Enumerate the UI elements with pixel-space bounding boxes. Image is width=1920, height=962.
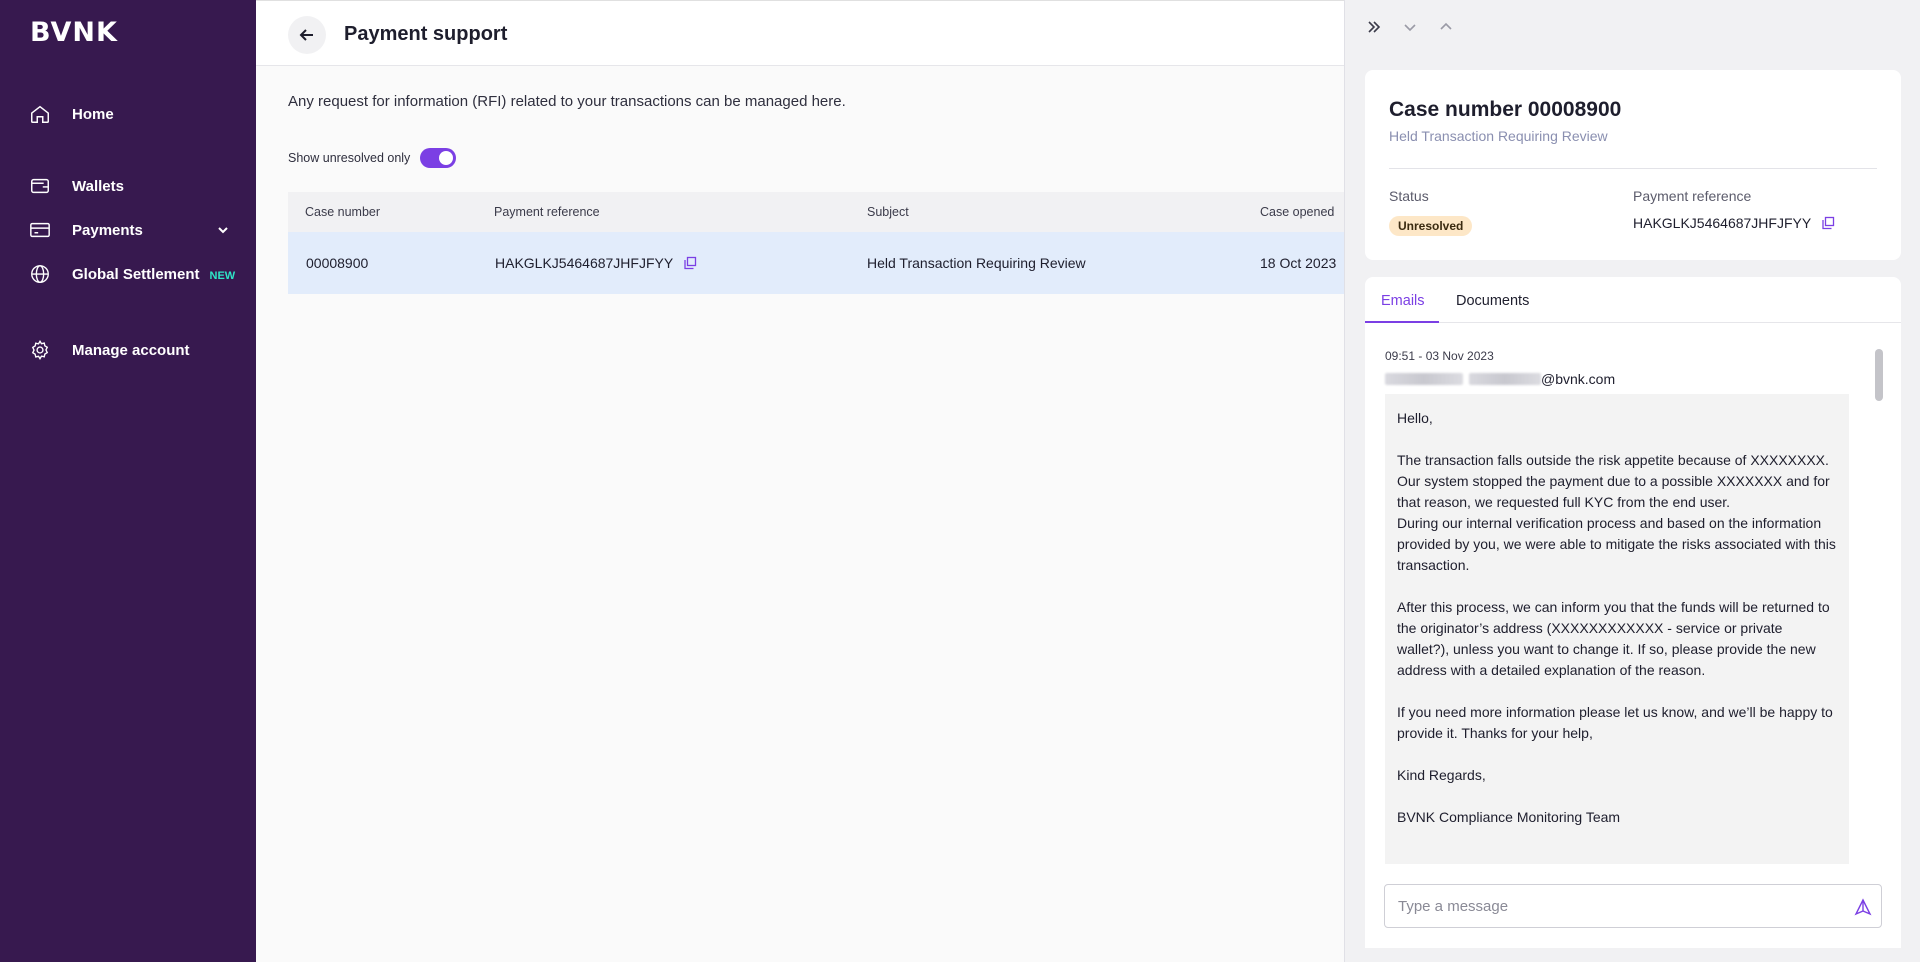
brand-logo[interactable]: BVNK xyxy=(30,17,118,48)
sidebar-item-label-text: Global Settlement xyxy=(72,265,200,283)
wallet-icon xyxy=(29,175,51,197)
cases-table: Case number Payment reference Subject Ca… xyxy=(288,192,1348,294)
email-closing: Kind Regards, xyxy=(1397,767,1486,783)
cell-case-opened: 18 Oct 2023 xyxy=(1260,255,1337,271)
page-title: Payment support xyxy=(344,23,508,45)
new-badge: NEW xyxy=(209,269,236,282)
email-paragraph: During our internal verification process… xyxy=(1397,515,1836,573)
status-badge: Unresolved xyxy=(1389,216,1473,236)
payment-reference-value: HAKGLKJ5464687JHFJFYY xyxy=(1633,215,1835,231)
table-header: Case number Payment reference Subject Ca… xyxy=(288,192,1348,232)
intro-text: Any request for information (RFI) relate… xyxy=(288,93,846,110)
payment-reference-label: Payment reference xyxy=(1633,188,1752,204)
column-header-subject[interactable]: Subject xyxy=(867,205,909,219)
redacted-name xyxy=(1469,373,1541,385)
case-title: Case number 00008900 xyxy=(1389,98,1622,121)
case-summary-card: Case number 00008900 Held Transaction Re… xyxy=(1365,70,1901,260)
sidebar-item-label: Payments xyxy=(72,221,143,239)
email-paragraph: After this process, we can inform you th… xyxy=(1397,599,1830,678)
email-body: Hello, The transaction falls outside the… xyxy=(1385,394,1849,864)
email-paragraph: The transaction falls outside the risk a… xyxy=(1397,452,1830,510)
sidebar-item-home[interactable]: Home xyxy=(0,96,256,132)
sidebar-item-global-settlement[interactable]: Global Settlement NEW xyxy=(0,256,256,292)
globe-icon xyxy=(29,263,51,285)
tab-bar: Emails Documents xyxy=(1365,277,1901,323)
message-input[interactable] xyxy=(1384,884,1882,928)
sidebar-item-manage-account[interactable]: Manage account xyxy=(0,332,256,368)
toggle-label: Show unresolved only xyxy=(288,151,411,165)
payment-reference-text: HAKGLKJ5464687JHFJFYY xyxy=(495,255,674,271)
redacted-name xyxy=(1385,373,1463,385)
chevron-down-icon[interactable] xyxy=(1401,18,1419,36)
chevron-down-icon[interactable] xyxy=(216,223,230,237)
cell-case-number: 00008900 xyxy=(306,255,369,271)
gear-icon xyxy=(29,339,51,361)
case-subtitle: Held Transaction Requiring Review xyxy=(1389,128,1608,144)
panel-controls xyxy=(1365,18,1455,36)
tabs-container: Emails Documents 09:51 - 03 Nov 2023 @bv… xyxy=(1365,277,1901,864)
sidebar-item-wallets[interactable]: Wallets xyxy=(0,168,256,204)
email-domain: @bvnk.com xyxy=(1541,371,1616,387)
sidebar-item-label: Global Settlement NEW xyxy=(72,266,235,283)
message-composer xyxy=(1365,864,1901,948)
payment-reference-text: HAKGLKJ5464687JHFJFYY xyxy=(1633,215,1812,231)
sidebar-item-label: Home xyxy=(72,105,114,123)
email-paragraph: If you need more information please let … xyxy=(1397,704,1833,741)
chevron-up-icon[interactable] xyxy=(1437,18,1455,36)
arrow-left-icon xyxy=(299,29,313,41)
home-icon xyxy=(29,103,51,125)
sidebar-item-label: Manage account xyxy=(72,341,190,359)
sidebar-item-label: Wallets xyxy=(72,177,124,195)
email-timestamp: 09:51 - 03 Nov 2023 xyxy=(1385,349,1494,363)
card-icon xyxy=(29,219,51,241)
sidebar-item-payments[interactable]: Payments xyxy=(0,212,256,248)
copy-icon[interactable] xyxy=(1821,216,1835,230)
email-signature: BVNK Compliance Monitoring Team xyxy=(1397,809,1621,825)
copy-icon[interactable] xyxy=(683,256,697,270)
sidebar: BVNK Home Wallets Payments Global Settle… xyxy=(0,0,256,962)
divider xyxy=(1389,168,1877,169)
tab-emails[interactable]: Emails xyxy=(1381,293,1425,309)
active-tab-indicator xyxy=(1365,321,1439,323)
column-header-case-opened[interactable]: Case opened xyxy=(1260,205,1334,219)
tab-documents[interactable]: Documents xyxy=(1456,293,1529,309)
column-header-case-number[interactable]: Case number xyxy=(305,205,380,219)
back-button[interactable] xyxy=(288,16,326,54)
table-row[interactable]: 00008900 HAKGLKJ5464687JHFJFYY Held Tran… xyxy=(288,232,1348,294)
email-sender: @bvnk.com xyxy=(1385,371,1615,387)
scrollbar-thumb[interactable] xyxy=(1875,349,1883,401)
unresolved-filter: Show unresolved only xyxy=(288,148,457,168)
case-detail-panel: Case number 00008900 Held Transaction Re… xyxy=(1344,0,1920,962)
email-greeting: Hello, xyxy=(1397,410,1433,426)
cell-subject: Held Transaction Requiring Review xyxy=(867,255,1086,271)
status-label: Status xyxy=(1389,188,1429,204)
send-icon[interactable] xyxy=(1854,898,1872,916)
collapse-panel-icon[interactable] xyxy=(1365,18,1383,36)
email-scrollbar[interactable] xyxy=(1875,349,1883,864)
unresolved-toggle[interactable] xyxy=(420,148,457,168)
column-header-payment-reference[interactable]: Payment reference xyxy=(494,205,600,219)
cell-payment-reference: HAKGLKJ5464687JHFJFYY xyxy=(495,255,697,271)
